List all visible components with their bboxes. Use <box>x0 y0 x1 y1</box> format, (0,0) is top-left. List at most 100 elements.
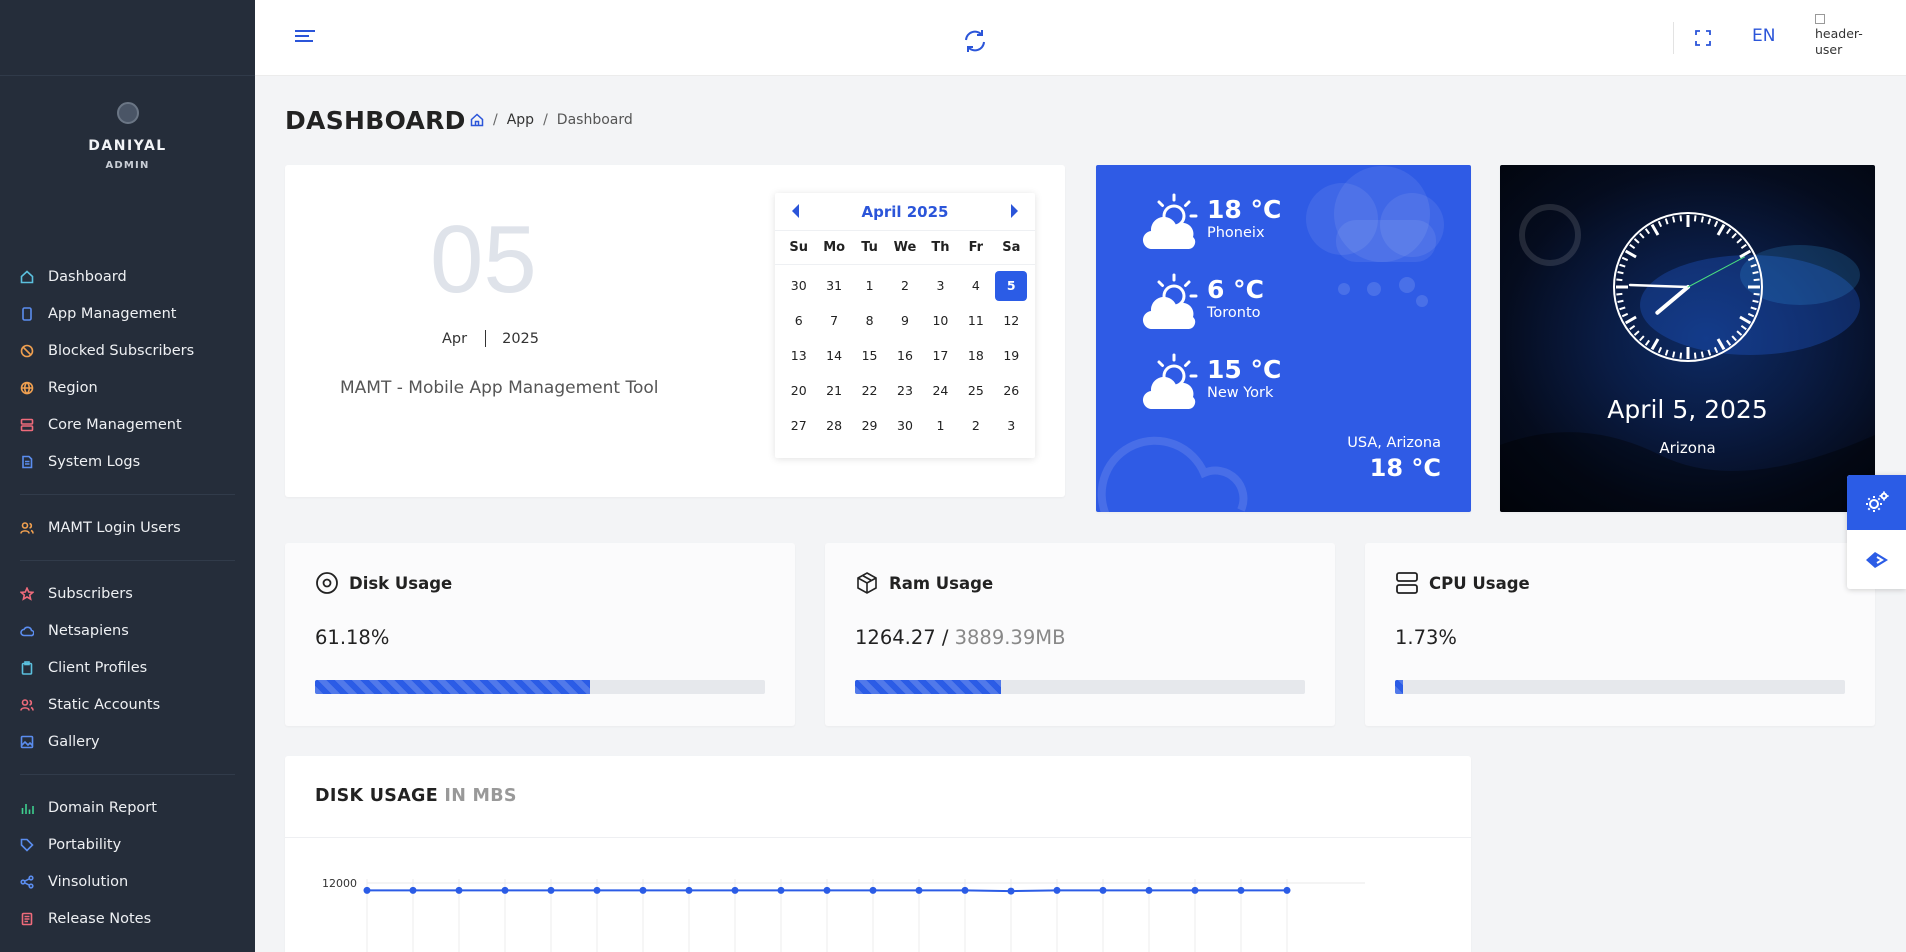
calendar-day[interactable]: 29 <box>852 411 887 441</box>
calendar-day[interactable]: 2 <box>958 411 993 441</box>
calendar-day[interactable]: 1 <box>852 271 887 301</box>
calendar-day[interactable]: 21 <box>816 376 851 406</box>
chart-data-point[interactable] <box>961 886 969 894</box>
chart-data-point[interactable] <box>1007 887 1015 895</box>
calendar-day[interactable]: 27 <box>781 411 816 441</box>
chart-data-point[interactable] <box>455 886 463 894</box>
quick-action-button[interactable] <box>1847 530 1906 589</box>
refresh-button[interactable] <box>962 28 988 58</box>
weather-row: 18 °C Phoneix <box>1141 191 1281 253</box>
ram-usage-card: Ram Usage 1264.27 / 3889.39MB <box>825 543 1335 726</box>
calendar-day[interactable]: 16 <box>887 341 922 371</box>
sidebar-item-release-notes[interactable]: Release Notes <box>0 900 255 937</box>
calendar-day[interactable]: 12 <box>994 306 1029 336</box>
ram-separator: / <box>935 626 955 649</box>
chart-data-point[interactable] <box>777 886 785 894</box>
calendar-day-number: 24 <box>932 383 949 398</box>
calendar-day[interactable]: 13 <box>781 341 816 371</box>
chart-data-point[interactable] <box>501 886 509 894</box>
chart-data-point[interactable] <box>409 886 417 894</box>
fullscreen-button[interactable] <box>1695 30 1711 50</box>
chart-data-point[interactable] <box>1145 886 1153 894</box>
breadcrumb-separator: / <box>493 112 498 128</box>
settings-button[interactable] <box>1847 475 1906 530</box>
calendar-day[interactable]: 8 <box>852 306 887 336</box>
sidebar-item-system-logs[interactable]: System Logs <box>0 443 255 480</box>
chart-data-point[interactable] <box>1053 886 1061 894</box>
calendar-day[interactable]: 25 <box>958 376 993 406</box>
calendar-day[interactable]: 7 <box>816 306 851 336</box>
chart-data-point[interactable] <box>363 886 371 894</box>
sidebar-item-vinsolution[interactable]: Vinsolution <box>0 863 255 900</box>
clock-tick <box>1736 238 1743 244</box>
sidebar-item-netsapiens[interactable]: Netsapiens <box>0 612 255 649</box>
calendar-day[interactable]: 28 <box>816 411 851 441</box>
calendar-day[interactable]: 9 <box>887 306 922 336</box>
calendar-day[interactable]: 23 <box>887 376 922 406</box>
chart-data-point[interactable] <box>869 886 877 894</box>
sidebar-item-blocked-subscribers[interactable]: Blocked Subscribers <box>0 332 255 369</box>
calendar-next-button[interactable] <box>1011 204 1018 218</box>
sidebar-item-core-management[interactable]: Core Management <box>0 406 255 443</box>
chart-data-point[interactable] <box>823 886 831 894</box>
chart-data-point[interactable] <box>1237 886 1245 894</box>
chart-data-point[interactable] <box>1191 886 1199 894</box>
calendar-day[interactable]: 30 <box>781 271 816 301</box>
clock-tick <box>1747 256 1755 262</box>
header-divider <box>1673 22 1674 54</box>
calendar-day[interactable]: 30 <box>887 411 922 441</box>
calendar-day-number: 13 <box>790 348 807 363</box>
avatar[interactable] <box>116 102 139 124</box>
language-selector[interactable]: EN <box>1752 26 1775 46</box>
sidebar-item-mamt-login-users[interactable]: MAMT Login Users <box>0 509 255 546</box>
calendar-day[interactable]: 15 <box>852 341 887 371</box>
sidebar-item-subscribers[interactable]: Subscribers <box>0 575 255 612</box>
chart-data-point[interactable] <box>915 886 923 894</box>
clock-tick <box>1624 315 1637 325</box>
calendar-day-selected[interactable]: 5 <box>994 271 1029 301</box>
calendar-day-number: 16 <box>897 348 913 363</box>
block-icon <box>20 344 34 358</box>
clock-tick <box>1664 218 1669 225</box>
sidebar-item-app-management[interactable]: App Management <box>0 295 255 332</box>
chart-data-point[interactable] <box>685 886 693 894</box>
sidebar-item-portability[interactable]: Portability <box>0 826 255 863</box>
calendar-day[interactable]: 6 <box>781 306 816 336</box>
chart-data-point[interactable] <box>593 886 601 894</box>
home-icon[interactable] <box>470 113 484 127</box>
sidebar-item-region[interactable]: Region <box>0 369 255 406</box>
calendar-day[interactable]: 18 <box>958 341 993 371</box>
calendar-day[interactable]: 3 <box>994 411 1029 441</box>
chart-data-point[interactable] <box>547 886 555 894</box>
calendar-day[interactable]: 24 <box>923 376 958 406</box>
calendar-day[interactable]: 20 <box>781 376 816 406</box>
sidebar-item-domain-report[interactable]: Domain Report <box>0 789 255 826</box>
calendar-day[interactable]: 2 <box>887 271 922 301</box>
clock-tick <box>1750 306 1757 311</box>
menu-toggle-button[interactable] <box>295 30 315 46</box>
calendar-day[interactable]: 1 <box>923 411 958 441</box>
calendar-day[interactable]: 31 <box>816 271 851 301</box>
calendar-day[interactable]: 10 <box>923 306 958 336</box>
clock-tick <box>1747 312 1755 318</box>
chart-data-point[interactable] <box>639 886 647 894</box>
chart-data-point[interactable] <box>1099 886 1107 894</box>
breadcrumb-app-link[interactable]: App <box>507 112 534 128</box>
chart-data-point[interactable] <box>1283 886 1291 894</box>
calendar-day[interactable]: 14 <box>816 341 851 371</box>
calendar-day[interactable]: 11 <box>958 306 993 336</box>
chart-data-point[interactable] <box>731 886 739 894</box>
sidebar-item-gallery[interactable]: Gallery <box>0 723 255 760</box>
sidebar-item-static-accounts[interactable]: Static Accounts <box>0 686 255 723</box>
sidebar-item-client-profiles[interactable]: Client Profiles <box>0 649 255 686</box>
calendar-day[interactable]: 17 <box>923 341 958 371</box>
clock-tick <box>1629 243 1636 250</box>
bar-chart-icon <box>20 801 34 815</box>
calendar-day[interactable]: 22 <box>852 376 887 406</box>
calendar-day[interactable]: 19 <box>994 341 1029 371</box>
calendar-day[interactable]: 4 <box>958 271 993 301</box>
header-user-avatar[interactable]: header-user <box>1815 10 1871 66</box>
sidebar-item-dashboard[interactable]: Dashboard <box>0 258 255 295</box>
calendar-day[interactable]: 3 <box>923 271 958 301</box>
calendar-day[interactable]: 26 <box>994 376 1029 406</box>
